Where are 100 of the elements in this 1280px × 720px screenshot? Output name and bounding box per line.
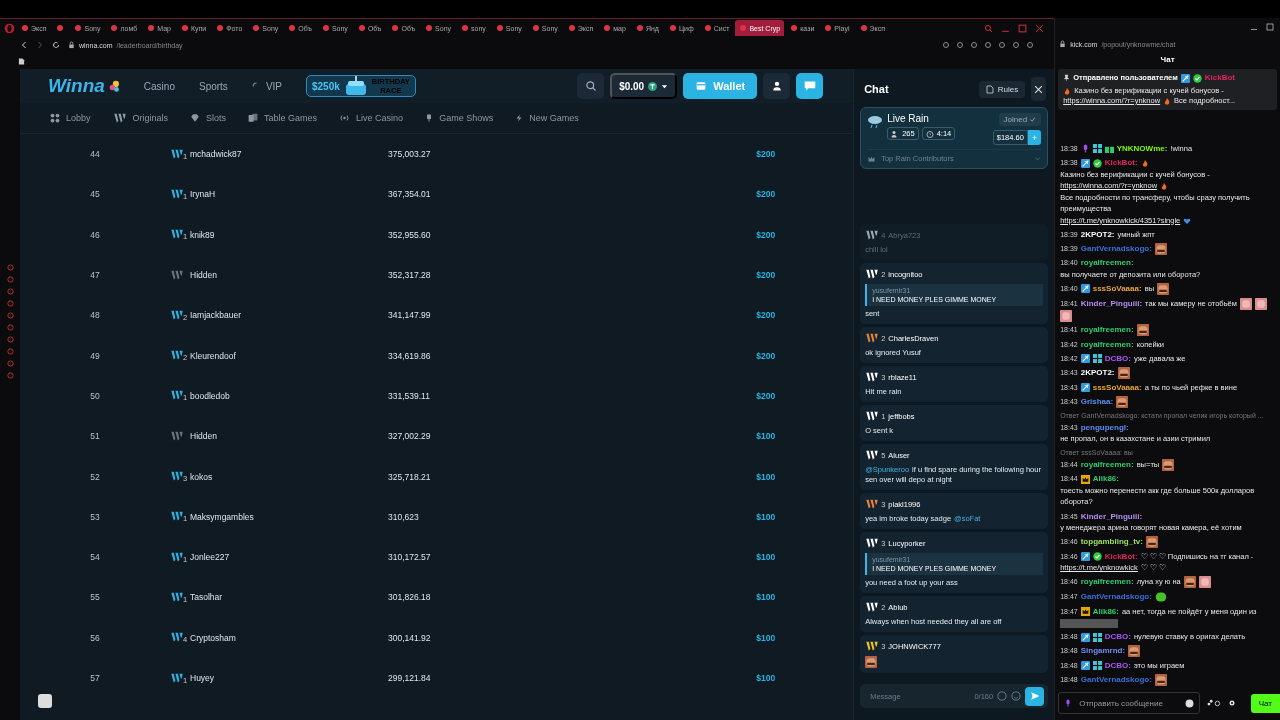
balance-dropdown[interactable]: $0.00	[610, 73, 678, 99]
grid-icon	[50, 113, 60, 123]
rules-button[interactable]: Rules	[978, 80, 1026, 98]
player-name: Iamjackbauer	[190, 310, 243, 321]
username[interactable]: DCBO:	[1104, 660, 1131, 670]
chat-toggle-button[interactable]	[796, 73, 824, 99]
favicon-icon	[180, 24, 189, 32]
emote-icon	[1116, 395, 1129, 408]
player-name: Tasolhar	[190, 592, 224, 603]
username[interactable]: GantVernadskogo:	[1080, 243, 1152, 253]
prize-amount: $200	[756, 149, 776, 160]
username[interactable]: royalfreemen:	[1080, 459, 1134, 469]
username[interactable]: KickBot	[1204, 73, 1235, 83]
username[interactable]: GantVernadskogo:	[1080, 675, 1152, 684]
message-field[interactable]: Отправить сообщение	[1058, 692, 1201, 714]
support-widget[interactable]	[38, 694, 52, 708]
nav-link[interactable]: Sports	[198, 80, 228, 92]
rank-badge-icon	[170, 429, 184, 443]
browser-logo-icon	[4, 22, 15, 34]
maximize-icon[interactable]	[1018, 23, 1028, 33]
send-button[interactable]	[1025, 686, 1045, 706]
subscriber-badge-icon	[1092, 354, 1102, 364]
file-icon[interactable]	[18, 56, 25, 66]
category-tab[interactable]: Slots	[190, 113, 227, 123]
message-input[interactable]: Отправить сообщение	[1077, 697, 1181, 709]
username[interactable]: Singamrnd:	[1080, 646, 1126, 656]
emoji-icon[interactable]	[1185, 698, 1195, 708]
username[interactable]: sssSoVaaaa:	[1092, 382, 1142, 392]
username[interactable]: KickBot:	[1104, 551, 1138, 561]
emote-icon	[1060, 309, 1073, 322]
maximize-icon[interactable]	[1266, 23, 1274, 31]
category-tab[interactable]: Lobby	[50, 113, 91, 123]
gift-badge-icon	[1104, 144, 1114, 154]
username[interactable]: DCBO:	[1104, 353, 1131, 363]
verified-badge-icon	[1092, 552, 1102, 562]
reload-icon[interactable]	[52, 41, 60, 49]
rank-cell-text: 57	[89, 673, 101, 683]
username[interactable]: YNKNOWme:	[1116, 143, 1168, 153]
coin-icon[interactable]	[997, 691, 1008, 701]
username[interactable]: Kinder_Pinguiii:	[1080, 298, 1143, 308]
favicon-icon	[391, 24, 400, 32]
sword-badge-icon	[1080, 632, 1090, 642]
username[interactable]: GantVernadskogo:	[1080, 592, 1152, 601]
username[interactable]: DCBO:	[1104, 632, 1131, 642]
category-tab[interactable]: Originals	[112, 111, 169, 125]
prize-amount: $200	[756, 189, 776, 200]
spoiler-bar[interactable]	[1060, 618, 1119, 628]
close-button[interactable]	[1031, 77, 1047, 101]
prize-amount: $100	[756, 511, 776, 522]
player-name: Cryptosham	[190, 632, 237, 643]
favicon-icon	[216, 24, 225, 32]
chat-send-button[interactable]: Чат	[1250, 693, 1280, 713]
wagered-amount: 325,718.21	[388, 471, 432, 482]
close-icon[interactable]	[1035, 23, 1045, 33]
settings-icon[interactable]	[1228, 699, 1237, 707]
username[interactable]: topgambling_tv:	[1080, 537, 1143, 547]
nav-link[interactable]: VIP	[251, 80, 282, 92]
search-icon[interactable]	[984, 23, 994, 33]
sword-badge-icon	[1080, 284, 1090, 294]
wagered-amount: 310,172.57	[388, 552, 432, 563]
username[interactable]: 2KPOT2:	[1080, 229, 1115, 239]
emote-icon	[1154, 591, 1167, 603]
points-icon[interactable]	[1206, 698, 1223, 708]
chat-title: Чат	[1159, 54, 1176, 66]
emote-icon	[1117, 367, 1130, 379]
search-button[interactable]	[577, 73, 605, 99]
category-tab[interactable]: Game Shows	[425, 113, 494, 123]
username[interactable]: Alik86:	[1092, 474, 1119, 484]
username[interactable]: royalfreemen:	[1080, 258, 1134, 268]
category-tab[interactable]: New Games	[515, 113, 579, 123]
player-name: boodledob	[190, 390, 231, 401]
wagered-amount: 310,623	[388, 511, 420, 522]
nav-link[interactable]: Casino	[143, 80, 175, 92]
category-tab[interactable]: Table Games	[248, 113, 318, 123]
username[interactable]: 2KPOT2:	[1080, 367, 1115, 377]
prize-amount: $100	[756, 471, 776, 482]
rank-badge-icon	[170, 268, 184, 282]
player-name: mchadwick87	[190, 149, 243, 160]
username[interactable]: royalfreemen:	[1080, 577, 1134, 587]
verified-badge-icon	[1092, 158, 1102, 168]
username[interactable]: royalfreemen:	[1080, 339, 1134, 349]
username[interactable]: Alik86:	[1092, 606, 1119, 616]
username[interactable]: pengupengl:	[1080, 422, 1129, 432]
site-logo[interactable]: Winna	[48, 75, 105, 97]
category-tab[interactable]: Live Casino	[339, 113, 404, 123]
diamond-icon	[190, 113, 201, 123]
player-name: Hidden	[190, 270, 218, 281]
favicon-icon	[668, 24, 677, 32]
subscriber-badge-icon	[1092, 144, 1102, 154]
wagered-amount: 352,317.28	[388, 270, 432, 281]
username[interactable]: royalfreemen:	[1080, 325, 1134, 335]
username[interactable]: KickBot:	[1104, 158, 1138, 168]
username[interactable]: Kinder_Pinguiii:	[1080, 511, 1143, 521]
joined-button[interactable]: Joined	[998, 113, 1042, 126]
profile-button[interactable]	[763, 73, 791, 99]
username[interactable]: Grishaa:	[1080, 396, 1114, 406]
username[interactable]: sssSoVaaaa:	[1092, 283, 1142, 293]
back-icon[interactable]	[20, 41, 28, 49]
rank-cell-text: 52	[89, 471, 101, 482]
favicon-icon	[859, 24, 868, 32]
